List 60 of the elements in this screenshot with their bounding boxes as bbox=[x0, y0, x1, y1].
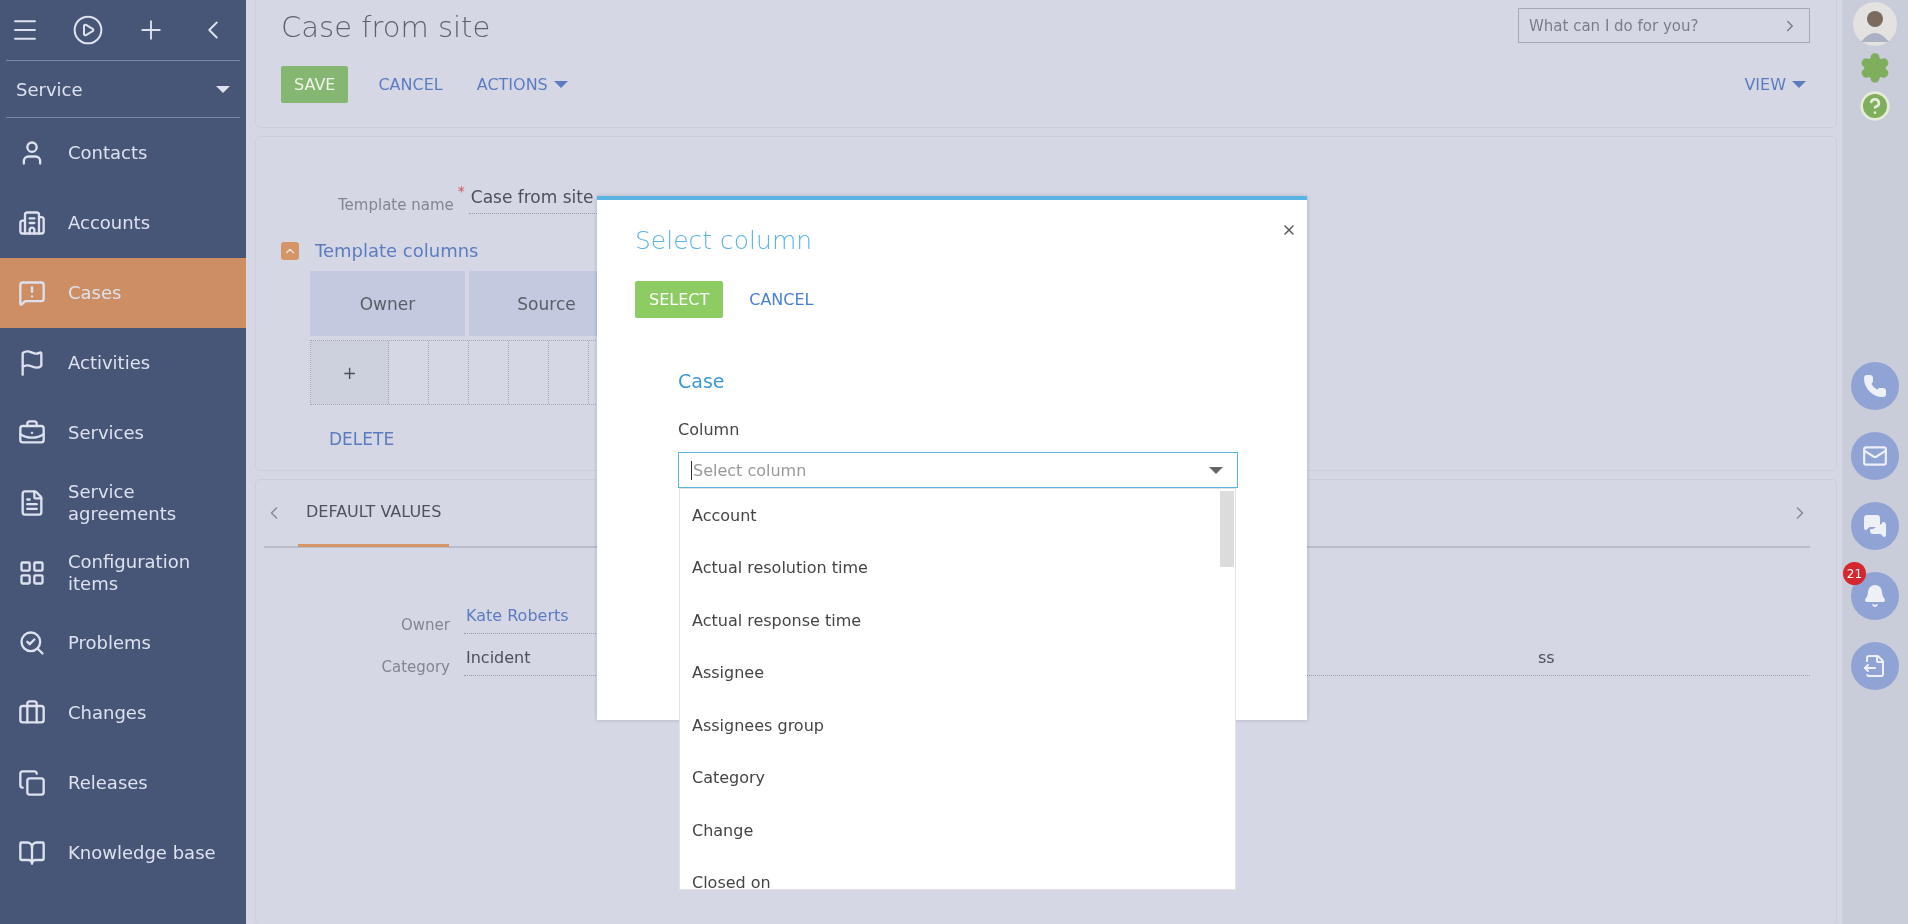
sidebar-item[interactable]: Configuration items bbox=[0, 538, 246, 608]
blocks-icon bbox=[18, 559, 46, 587]
field-label: Category bbox=[380, 658, 451, 676]
actions-menu-button[interactable]: ACTIONS bbox=[472, 66, 572, 103]
stacked-pages-icon bbox=[18, 769, 46, 797]
mail-button[interactable] bbox=[1851, 432, 1899, 480]
building-icon bbox=[18, 209, 46, 237]
dropdown-option[interactable]: Assignees group bbox=[680, 699, 1235, 752]
dropdown-option[interactable]: Category bbox=[680, 751, 1235, 804]
delete-button[interactable]: DELETE bbox=[329, 429, 395, 449]
collapse-toggle[interactable] bbox=[281, 241, 299, 260]
phone-button[interactable] bbox=[1851, 362, 1899, 410]
settings-icon[interactable] bbox=[1859, 52, 1891, 84]
phone-icon bbox=[1863, 374, 1887, 398]
briefcase-icon bbox=[18, 699, 46, 727]
search-field[interactable]: What can I do for you? bbox=[1518, 8, 1810, 43]
dropdown-option[interactable]: Actual resolution time bbox=[680, 541, 1235, 594]
column-header[interactable]: Owner bbox=[310, 271, 465, 336]
sidebar-item[interactable]: Activities bbox=[0, 328, 246, 398]
section-title: Case bbox=[678, 370, 726, 392]
field-label: Column bbox=[678, 420, 741, 439]
speech-bubbles-icon bbox=[1863, 514, 1887, 538]
section-title: Template columns bbox=[315, 240, 479, 261]
sidebar-item[interactable]: Services bbox=[0, 398, 246, 468]
cancel-button[interactable]: CANCEL bbox=[749, 281, 814, 318]
dialog-title: Select column bbox=[635, 226, 814, 255]
speech-bubble-icon bbox=[18, 279, 46, 307]
field-label: Template name bbox=[338, 196, 454, 214]
field-label: Owner bbox=[400, 616, 451, 634]
page-title: Case from site bbox=[281, 10, 491, 44]
sidebar-item[interactable]: Releases bbox=[0, 748, 246, 818]
chat-button[interactable] bbox=[1851, 502, 1899, 550]
document-button[interactable] bbox=[1851, 642, 1899, 690]
dropdown-option[interactable]: Account bbox=[680, 489, 1235, 542]
briefcase-icon bbox=[18, 419, 46, 447]
avatar[interactable] bbox=[1853, 2, 1897, 46]
sidebar-item[interactable]: Service agreements bbox=[0, 468, 246, 538]
required-mark: * bbox=[457, 183, 465, 199]
envelope-icon bbox=[1862, 443, 1888, 469]
tab[interactable]: DEFAULT VALUES bbox=[298, 479, 450, 547]
bell-icon bbox=[1863, 584, 1887, 608]
dropdown-option[interactable]: Actual response time bbox=[680, 594, 1235, 647]
sidebar-item[interactable]: Knowledge base bbox=[0, 818, 246, 888]
notification-count: 21 bbox=[1843, 562, 1866, 585]
sidebar-item[interactable]: Accounts bbox=[0, 188, 246, 258]
add-button[interactable]: + bbox=[311, 341, 389, 404]
sidebar-item[interactable]: Contacts bbox=[0, 118, 246, 188]
document-arrow-icon bbox=[1863, 654, 1887, 678]
workplace-dropdown[interactable]: Service bbox=[6, 60, 240, 118]
help-icon[interactable] bbox=[1859, 90, 1891, 122]
cancel-button[interactable]: CANCEL bbox=[374, 66, 447, 103]
sidebar-item[interactable]: Problems bbox=[0, 608, 246, 678]
view-menu-button[interactable]: VIEW bbox=[1740, 66, 1810, 103]
dropdown-option[interactable]: Change bbox=[680, 804, 1235, 857]
dropdown-option[interactable]: Closed on bbox=[680, 856, 1235, 889]
magnifier-icon bbox=[18, 629, 46, 657]
play-icon[interactable] bbox=[72, 14, 104, 46]
sidebar-item[interactable]: Changes bbox=[0, 678, 246, 748]
scroll-thumb[interactable] bbox=[1220, 491, 1234, 567]
book-icon bbox=[18, 839, 46, 867]
